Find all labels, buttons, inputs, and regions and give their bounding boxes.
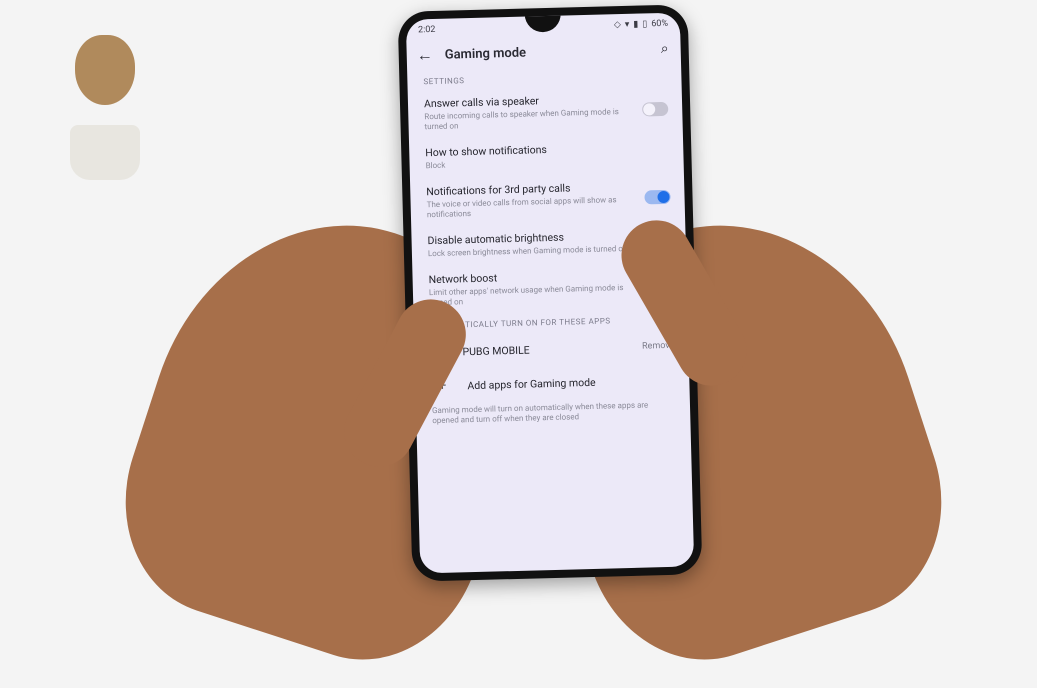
signal-icon: ▮: [633, 20, 638, 30]
back-button[interactable]: ←: [417, 47, 433, 63]
toggle-answer-calls-speaker[interactable]: [642, 101, 668, 116]
location-icon: ◇: [614, 20, 621, 30]
footer-note: Gaming mode will turn on automatically w…: [416, 395, 691, 435]
battery-icon: ▯: [642, 19, 647, 29]
status-time: 2:02: [418, 25, 436, 35]
setting-subtitle: The voice or video calls from social app…: [427, 195, 637, 220]
setting-subtitle: Route incoming calls to speaker when Gam…: [424, 107, 634, 132]
toggle-3rd-party-calls[interactable]: [644, 189, 670, 204]
page-title: Gaming mode: [445, 42, 649, 62]
setting-subtitle: Limit other apps' network usage when Gam…: [429, 283, 639, 308]
battery-percent: 60%: [651, 19, 668, 29]
wifi-icon: ▾: [625, 20, 630, 30]
setting-3rd-party-calls[interactable]: Notifications for 3rd party calls The vo…: [410, 171, 685, 227]
app-name: PUBG MOBILE: [462, 340, 632, 357]
decorative-plant: [60, 20, 150, 180]
add-apps-label: Add apps for Gaming mode: [467, 375, 596, 391]
status-icons: ◇ ▾ ▮ ▯ 60%: [614, 19, 668, 30]
setting-answer-calls-speaker[interactable]: Answer calls via speaker Route incoming …: [408, 83, 683, 139]
search-icon[interactable]: ⌕: [661, 41, 669, 57]
